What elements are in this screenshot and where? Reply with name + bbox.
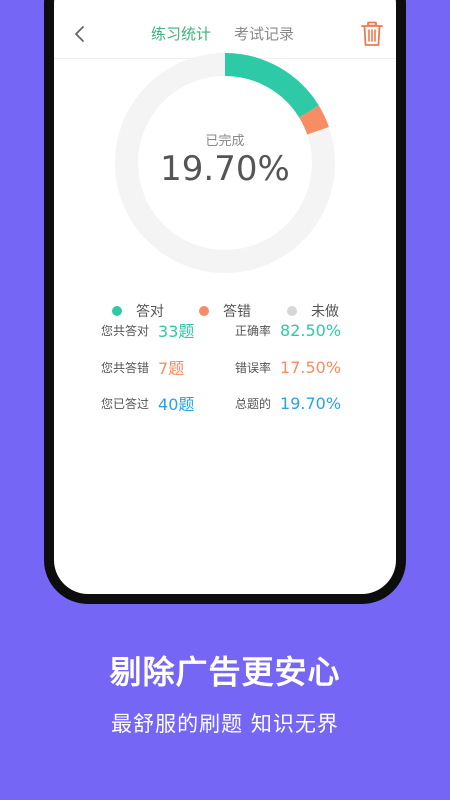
stat-accuracy-label: 正确率	[235, 323, 272, 338]
legend-dot-undone	[287, 306, 297, 316]
stat-wrong-label: 您共答错	[101, 360, 150, 375]
stat-error-label: 错误率	[235, 360, 272, 375]
stat-accuracy-value: 82.50%	[280, 320, 342, 340]
stat-error-value: 17.50%	[280, 357, 342, 377]
stat-total-value: 19.70%	[280, 393, 342, 413]
stat-total-label: 总题的	[235, 396, 272, 411]
trash-icon[interactable]	[360, 21, 384, 47]
back-arrow-icon[interactable]	[68, 22, 92, 46]
promo-headline: 剔除广告更安心	[109, 653, 341, 691]
stat-correct-count: 您共答对 33题	[101, 318, 194, 342]
stat-correct-label: 您共答对	[101, 323, 150, 338]
phone-frame: 练习统计 考试记录 已完成 19.70% 答对 答错 未做 您共答对 33题 您…	[44, 0, 406, 604]
stat-error-rate: 错误率 17.50%	[235, 355, 341, 379]
tab-practice-stats[interactable]: 练习统计	[151, 24, 211, 44]
stat-total-progress: 总题的 19.70%	[235, 391, 341, 415]
stat-wrong-count: 您共答错 7题	[101, 355, 184, 379]
stat-accuracy: 正确率 82.50%	[235, 318, 341, 342]
stat-correct-value: 33题	[158, 322, 195, 341]
stat-answered-count: 您已答过 40题	[101, 391, 194, 415]
donut-slice-correct	[224, 53, 319, 118]
stat-wrong-value: 7题	[158, 359, 185, 378]
completed-label: 已完成	[205, 134, 245, 149]
promo-subline: 最舒服的刷题 知识无界	[111, 712, 339, 736]
donut-slice-wrong	[299, 105, 329, 135]
tab-exam-records[interactable]: 考试记录	[234, 24, 294, 44]
legend-dot-wrong	[199, 306, 209, 316]
stat-answered-value: 40题	[158, 395, 195, 414]
phone-screen: 练习统计 考试记录 已完成 19.70% 答对 答错 未做 您共答对 33题 您…	[54, 0, 396, 594]
top-bar: 练习统计 考试记录	[54, 10, 396, 59]
legend-dot-correct	[112, 306, 122, 316]
stat-answered-label: 您已答过	[101, 396, 150, 411]
completed-percent: 19.70%	[160, 149, 290, 189]
